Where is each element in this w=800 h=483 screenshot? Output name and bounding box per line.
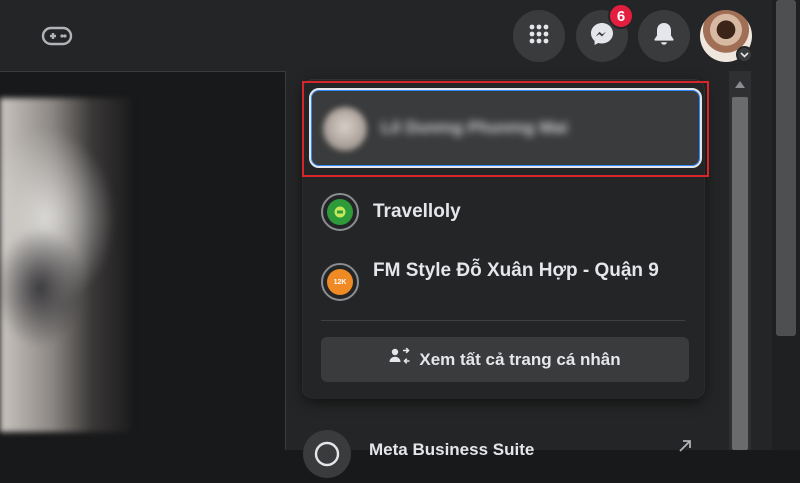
scroll-up-arrow-icon[interactable] <box>729 71 751 97</box>
switch-profile-icon <box>321 193 359 231</box>
menu-item-label: Meta Business Suite <box>369 440 535 459</box>
dropdown-scrollbar-thumb[interactable] <box>732 97 748 450</box>
travelloly-logo-icon <box>327 199 353 225</box>
see-all-profiles-button[interactable]: Xem tất cả trang cá nhân <box>321 337 689 382</box>
menu-grid-icon <box>527 22 551 51</box>
page-scrollbar-thumb[interactable] <box>776 0 796 336</box>
fm-style-logo-icon: 12K <box>327 269 353 295</box>
page-name: FM Style Đỗ Xuân Hợp - Quận 9 <box>373 260 659 281</box>
meta-business-suite-item[interactable]: Meta Business Suite <box>303 426 713 478</box>
notifications-button[interactable] <box>638 10 690 62</box>
menu-button[interactable] <box>513 10 565 62</box>
chevron-down-icon[interactable] <box>736 46 753 63</box>
meta-business-suite-icon <box>303 430 351 478</box>
blurred-feed-photo <box>0 98 131 432</box>
messenger-notification-badge: 6 <box>608 3 634 29</box>
divider <box>321 320 685 321</box>
external-link-icon <box>677 438 693 459</box>
top-navigation-bar: 6 <box>0 0 772 72</box>
gaming-icon[interactable] <box>40 23 74 49</box>
bell-icon <box>652 21 676 52</box>
see-all-label: Xem tất cả trang cá nhân <box>419 349 621 369</box>
page-item-travelloly[interactable]: Travelloly <box>321 193 461 231</box>
switch-profile-icon: 12K <box>321 263 359 301</box>
highlight-annotation-frame <box>302 81 709 177</box>
page-item-fm-style[interactable]: 12K FM Style Đỗ Xuân Hợp - Quận 9 <box>321 259 693 301</box>
page-name: Travelloly <box>373 201 461 222</box>
people-switch-icon <box>389 347 419 372</box>
